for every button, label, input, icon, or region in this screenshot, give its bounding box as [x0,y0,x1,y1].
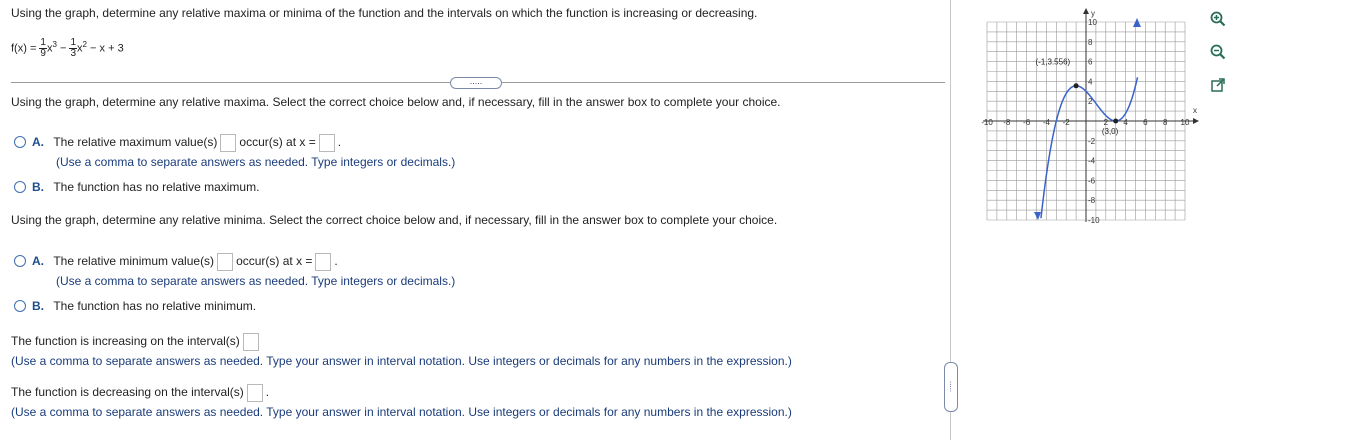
y-tick-label: -2 [1088,137,1096,146]
y-tick-label: 6 [1088,58,1093,67]
x-tick-label: -6 [1023,118,1031,127]
increasing-row: The function is increasing on the interv… [11,333,262,351]
function-expression: f(x) = 1 9 x3 − 1 3 x2 − x + 3 [11,37,124,59]
x-tick-label: 2 [1104,118,1109,127]
increasing-input[interactable] [242,333,259,351]
y-tick-label: -6 [1088,176,1096,185]
minima-option-b[interactable]: B. The function has no relative minimum. [14,299,256,313]
fraction-2: 13 [69,37,78,59]
function-prefix: f(x) = [11,42,40,55]
x-tick-label: 10 [1181,118,1190,127]
y-tick-label: -8 [1088,196,1096,205]
x-tick-label: 6 [1143,118,1148,127]
x-tick-label: -8 [1003,118,1011,127]
y-tick-label: 4 [1088,77,1093,86]
panel-toggle-button[interactable]: ..... [944,362,958,412]
maxima-instruction: Using the graph, determine any relative … [11,95,781,109]
y-axis-arrow [1083,8,1089,14]
zoom-in-icon[interactable] [1208,9,1228,29]
decreasing-note: (Use a comma to separate answers as need… [11,405,792,419]
relative-min-point [1113,118,1119,124]
maxima-option-a[interactable]: A. The relative maximum value(s) occur(s)… [14,134,341,152]
minima-instruction: Using the graph, determine any relative … [11,213,778,227]
minima-x-input[interactable] [315,253,332,271]
maxima-option-a-note: (Use a comma to separate answers as need… [56,155,456,169]
maxima-x-input[interactable] [318,134,335,152]
maxima-option-a-radio[interactable] [14,136,26,149]
relative-max-label: (-1,3.556) [1036,58,1071,67]
x-axis-arrow [1193,118,1199,124]
fraction-1: 19 [39,37,47,59]
relative-max-point [1073,83,1079,89]
relative-min-label: (3,0) [1102,127,1119,136]
minima-option-a[interactable]: A. The relative minimum value(s) occur(s)… [14,253,338,271]
curve-arrow-right [1132,18,1141,27]
question-prompt: Using the graph, determine any relative … [11,6,758,20]
minima-option-a-radio[interactable] [14,255,26,268]
x-tick-label: -4 [1043,118,1051,127]
x-tick-label: -10 [981,118,993,127]
maxima-option-b-radio[interactable] [14,181,26,193]
y-tick-label: -4 [1088,157,1096,166]
y-tick-label: 10 [1088,18,1097,27]
y-tick-label: -10 [1088,216,1100,225]
increasing-note: (Use a comma to separate answers as need… [11,354,792,368]
minima-value-input[interactable] [217,253,234,271]
decreasing-input[interactable] [246,384,263,402]
curve-arrow-left [1033,212,1041,220]
maxima-option-b[interactable]: B. The function has no relative maximum. [14,180,259,194]
minima-option-a-note: (Use a comma to separate answers as need… [56,274,456,288]
x-tick-label: 8 [1163,118,1168,127]
zoom-out-icon[interactable] [1208,42,1228,62]
function-graph: -10 -8 -6 -4 -2 2 4 6 8 10108642-2-4-6-8-10 (-1,3… [981,8,1199,225]
x-tick-label: 4 [1123,118,1128,127]
maxima-value-input[interactable] [220,134,237,152]
y-tick-label: 8 [1088,38,1093,47]
expand-button[interactable]: ..... [450,77,502,89]
y-axis-label: y [1091,9,1095,18]
x-axis-label: x [1193,106,1197,115]
minima-option-b-radio[interactable] [14,300,26,312]
x-tick-label: -2 [1063,118,1071,127]
decreasing-row: The function is decreasing on the interv… [11,384,269,402]
popout-icon[interactable] [1208,76,1228,96]
